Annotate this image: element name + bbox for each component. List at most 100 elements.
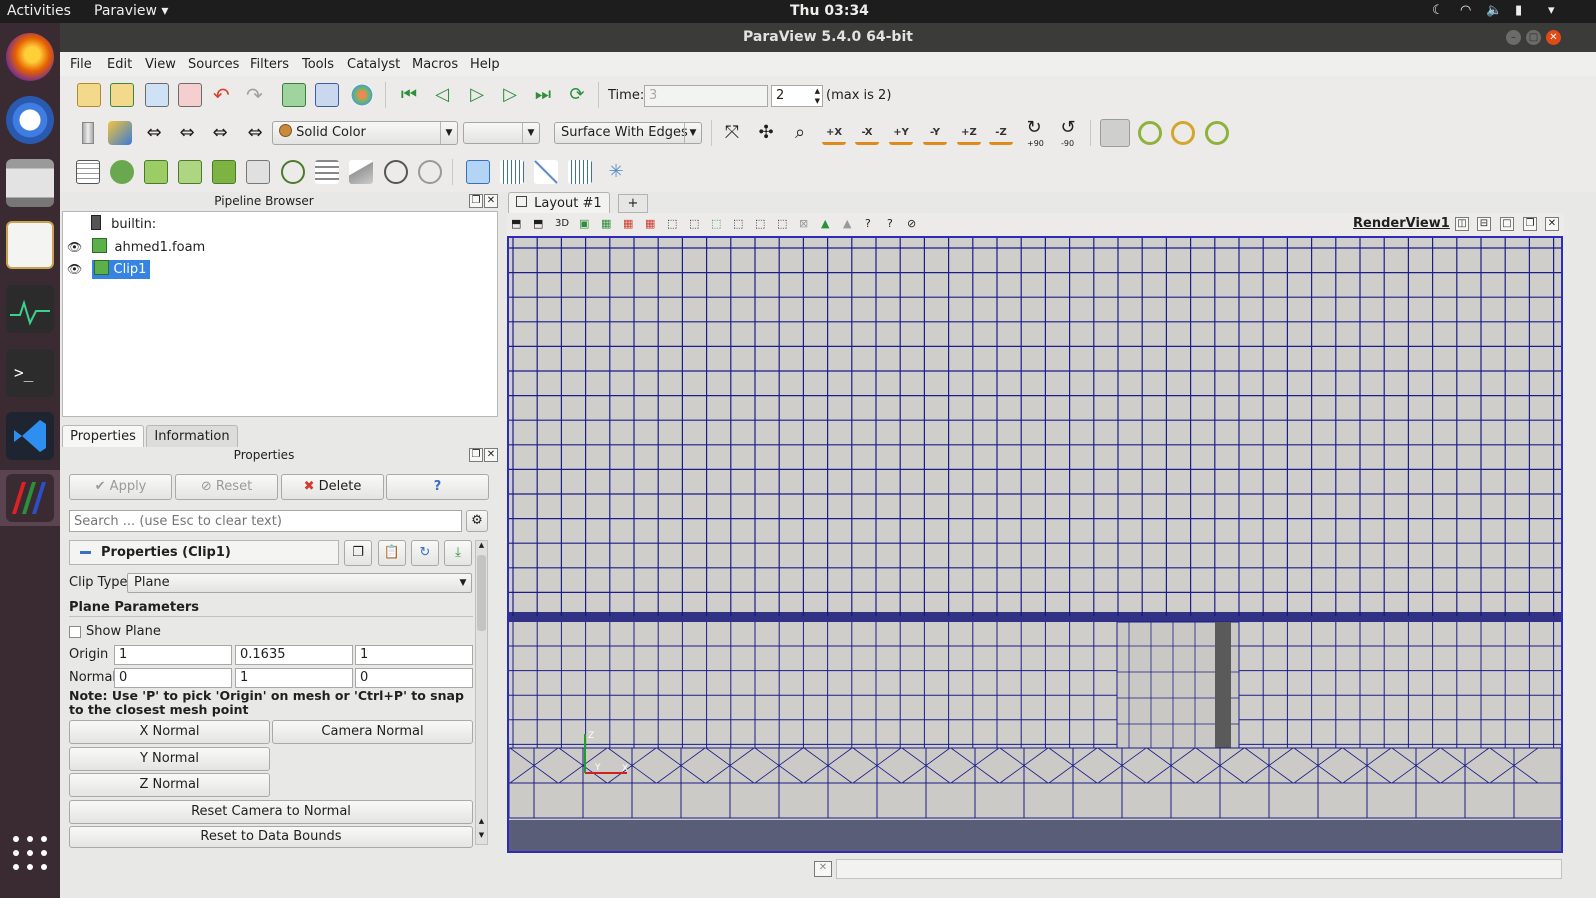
next-frame-icon[interactable]: ▷ [498,83,522,107]
clip-icon[interactable] [144,160,168,184]
renderview-title[interactable]: RenderView1 [1353,216,1450,231]
disconnect-icon[interactable] [315,83,339,107]
help-button[interactable]: ? [386,474,489,500]
mesh-rendering[interactable]: X Y Z [509,238,1561,851]
close-panel-icon[interactable]: ✕ [484,448,498,462]
toggle-color-legend-icon[interactable] [82,122,94,144]
battery-icon[interactable]: ▮ [1515,3,1522,18]
scroll-up-icon[interactable]: ▲ [476,817,487,829]
close-view-icon[interactable]: ✕ [1545,217,1559,231]
search-input[interactable] [69,510,462,532]
connect-icon[interactable] [282,83,306,107]
rescale-visible-range-icon[interactable]: ⇔ [243,121,267,145]
reset-camera-to-normal-button[interactable]: Reset Camera to Normal [69,800,473,824]
zoom-to-box-icon[interactable]: ⌕ [788,121,812,145]
properties-scrollbar[interactable]: ▲ ▲ ▼ [475,540,488,845]
collapse-icon[interactable] [80,551,91,554]
first-frame-icon[interactable]: ⏮ [397,83,421,107]
representation-dropdown[interactable]: Surface With Edges ▼ [554,122,702,144]
extract-level-icon[interactable] [418,160,442,184]
spin-arrows-icon[interactable]: ▲ ▼ [815,86,820,106]
select-polygon-points-icon[interactable]: ⬚ [711,217,721,230]
capture-screenshot-icon[interactable]: ▣ [579,217,589,230]
text-editor-icon[interactable] [6,221,54,269]
rescale-custom-range-icon[interactable]: ⇔ [175,121,199,145]
color-palette-icon[interactable] [350,83,374,107]
menu-edit[interactable]: Edit [107,57,132,72]
layout-tab[interactable]: Layout #1 ✕ [508,192,610,232]
plot-data-icon[interactable] [534,160,558,184]
undock-icon[interactable]: ❐ [469,448,483,462]
x-normal-button[interactable]: X Normal [69,720,270,744]
python-filter-icon[interactable]: ✳ [604,160,628,184]
app-menu[interactable]: Paraview ▾ [94,3,168,19]
plot-selection-over-time-icon[interactable] [568,160,592,184]
slice-icon[interactable] [178,160,202,184]
save-data-icon[interactable] [145,83,169,107]
render-view[interactable]: X Y Z [507,236,1563,853]
previous-frame-icon[interactable]: ◁ [430,83,454,107]
tab-properties[interactable]: Properties [62,425,144,447]
shrink-selection-icon[interactable]: ▲ [843,217,851,230]
gear-icon[interactable]: ⚙ [466,510,488,532]
threshold-icon[interactable] [212,160,236,184]
select-blocks-icon[interactable]: ⬚ [733,217,743,230]
eye-icon[interactable]: 👁 [67,262,82,276]
y-normal-button[interactable]: Y Normal [69,747,270,771]
rescale-temporal-range-icon[interactable]: ⇔ [208,121,232,145]
close-panel-icon[interactable]: ✕ [484,194,498,208]
split-horizontal-icon[interactable]: ◫ [1455,217,1469,231]
properties-section-header[interactable]: Properties (Clip1) [69,540,339,565]
open-file-icon[interactable] [77,83,101,107]
paraview-icon[interactable] [6,474,54,522]
edit-color-map-icon[interactable] [108,121,132,145]
close-window-button[interactable]: ✕ [1546,30,1561,45]
select-points-on-icon[interactable]: ▦ [623,217,633,230]
normal-z-field[interactable]: 0 [355,668,473,688]
load-state-icon[interactable] [110,83,134,107]
origin-z-field[interactable]: 1 [355,645,473,665]
timestep-spinbox[interactable]: 2 ▲ ▼ [771,85,823,107]
component-dropdown[interactable]: ▼ [463,122,540,144]
interactive-select-cells-icon[interactable]: ⬚ [755,217,765,230]
reset-button[interactable]: ⊘ Reset [175,474,278,500]
zoom-to-data-icon[interactable]: ✣ [754,121,778,145]
save-state-icon[interactable] [178,83,202,107]
extract-selection-icon[interactable] [466,160,490,184]
volume-icon[interactable]: 🔈 [1486,3,1502,18]
select-points-through-icon[interactable]: ⬚ [667,217,677,230]
hover-points-icon[interactable]: ? [865,217,871,230]
loop-icon[interactable]: ⟳ [565,83,589,107]
hover-cells-icon[interactable]: ? [887,217,893,230]
stop-selection-icon[interactable]: ⊘ [907,217,916,230]
origin-x-field[interactable]: 1 [114,645,232,665]
vscode-icon[interactable] [6,412,54,460]
chromium-icon[interactable] [6,96,54,144]
activities-button[interactable]: Activities [7,3,71,19]
system-menu-icon[interactable]: ▾ [1548,3,1555,18]
view-minus-y-icon[interactable]: -Y [923,121,947,145]
menu-macros[interactable]: Macros [412,57,458,72]
camera-capture-icon[interactable]: ⬒ [511,217,521,230]
paste-properties-icon[interactable]: 📋 [378,540,406,566]
show-orientation-axes-icon[interactable] [1100,119,1130,147]
menu-file[interactable]: File [70,57,92,72]
view-plus-z-icon[interactable]: +Z [957,121,981,145]
firefox-icon[interactable] [6,33,54,81]
scroll-down-icon[interactable]: ▼ [476,831,487,843]
menu-filters[interactable]: Filters [250,57,289,72]
stream-tracer-icon[interactable] [315,160,339,184]
minimize-button[interactable]: – [1506,30,1521,45]
view-minus-x-icon[interactable]: -X [855,121,879,145]
color-by-dropdown[interactable]: Solid Color ▼ [272,121,458,145]
select-cells-through-icon[interactable]: ▦ [645,217,655,230]
menu-help[interactable]: Help [470,57,500,72]
view-plus-y-icon[interactable]: +Y [889,121,913,145]
reset-center-icon[interactable] [1171,121,1195,145]
view-plus-x-icon[interactable]: +X [822,121,846,145]
menu-catalyst[interactable]: Catalyst [347,57,400,72]
terminal-icon[interactable]: >_ [6,349,54,397]
copy-properties-icon[interactable]: ❐ [344,540,372,566]
normal-x-field[interactable]: 0 [114,668,232,688]
contour-icon[interactable] [110,160,134,184]
